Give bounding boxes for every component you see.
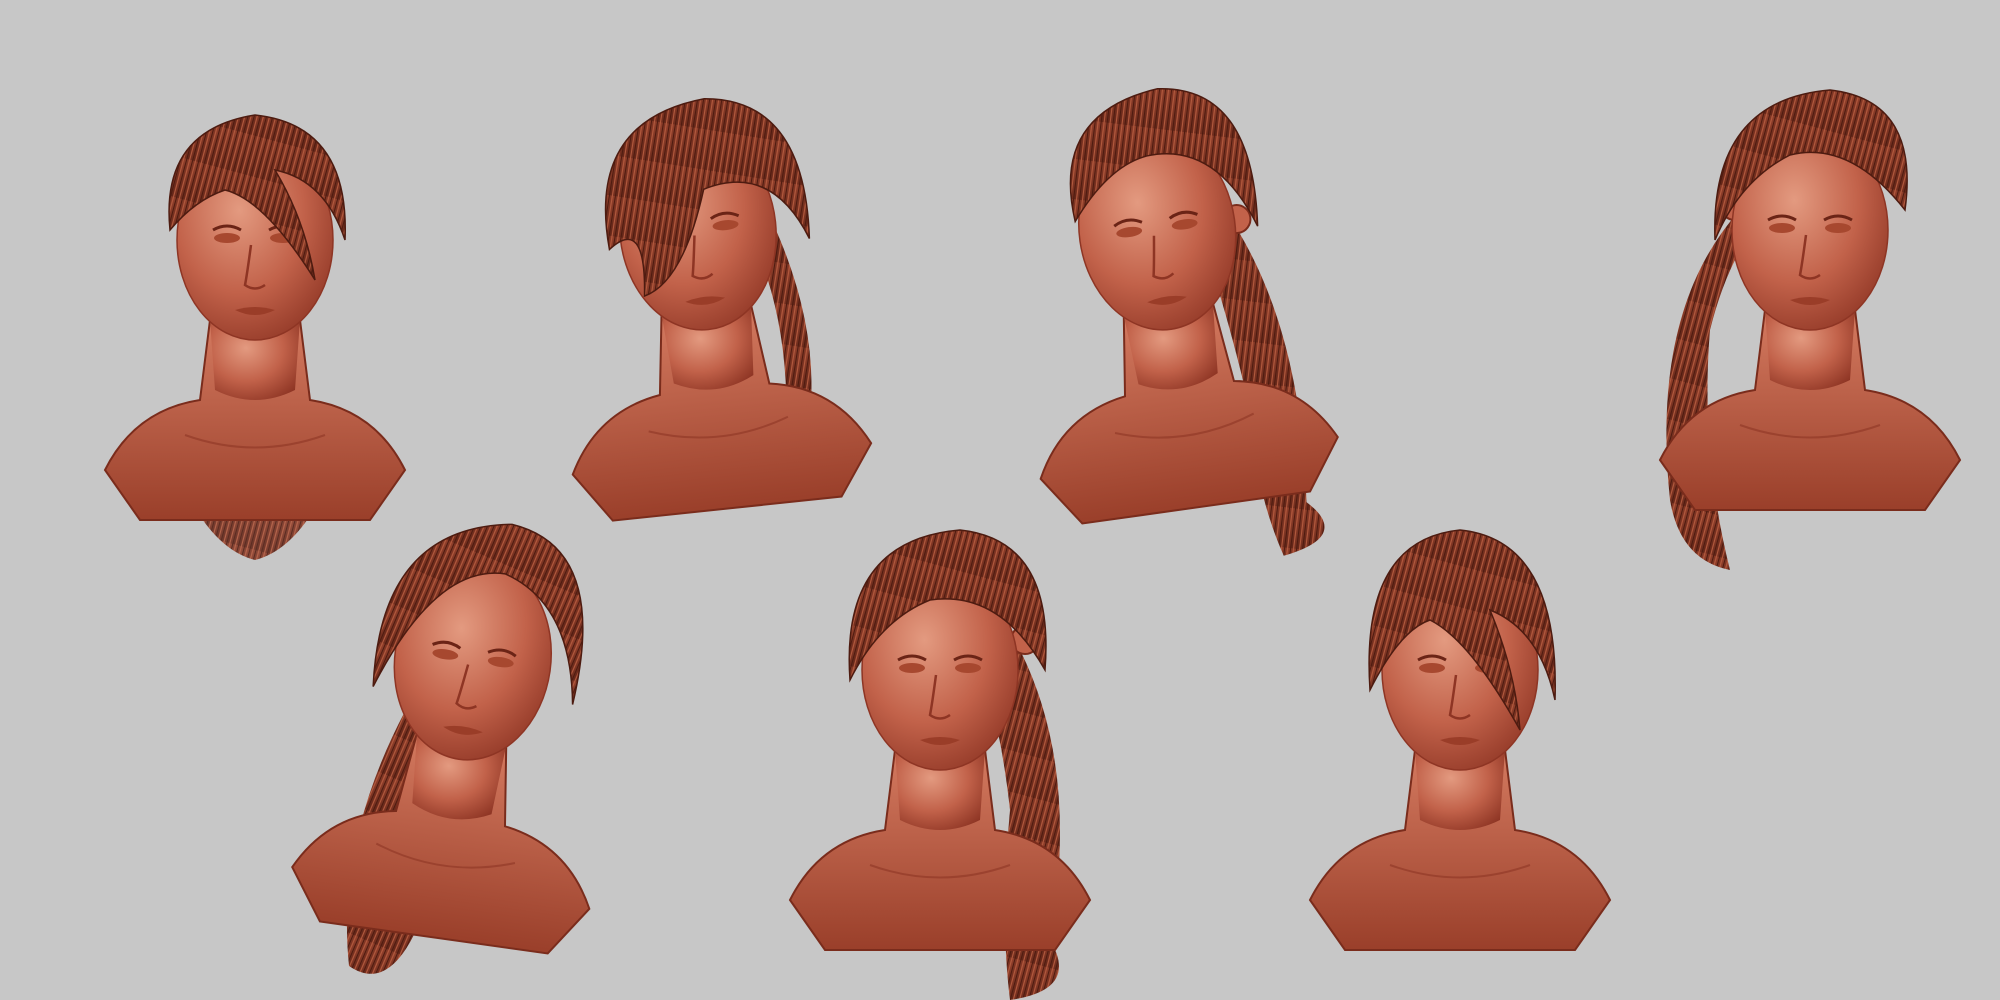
sculpt-gallery (0, 0, 2000, 1000)
